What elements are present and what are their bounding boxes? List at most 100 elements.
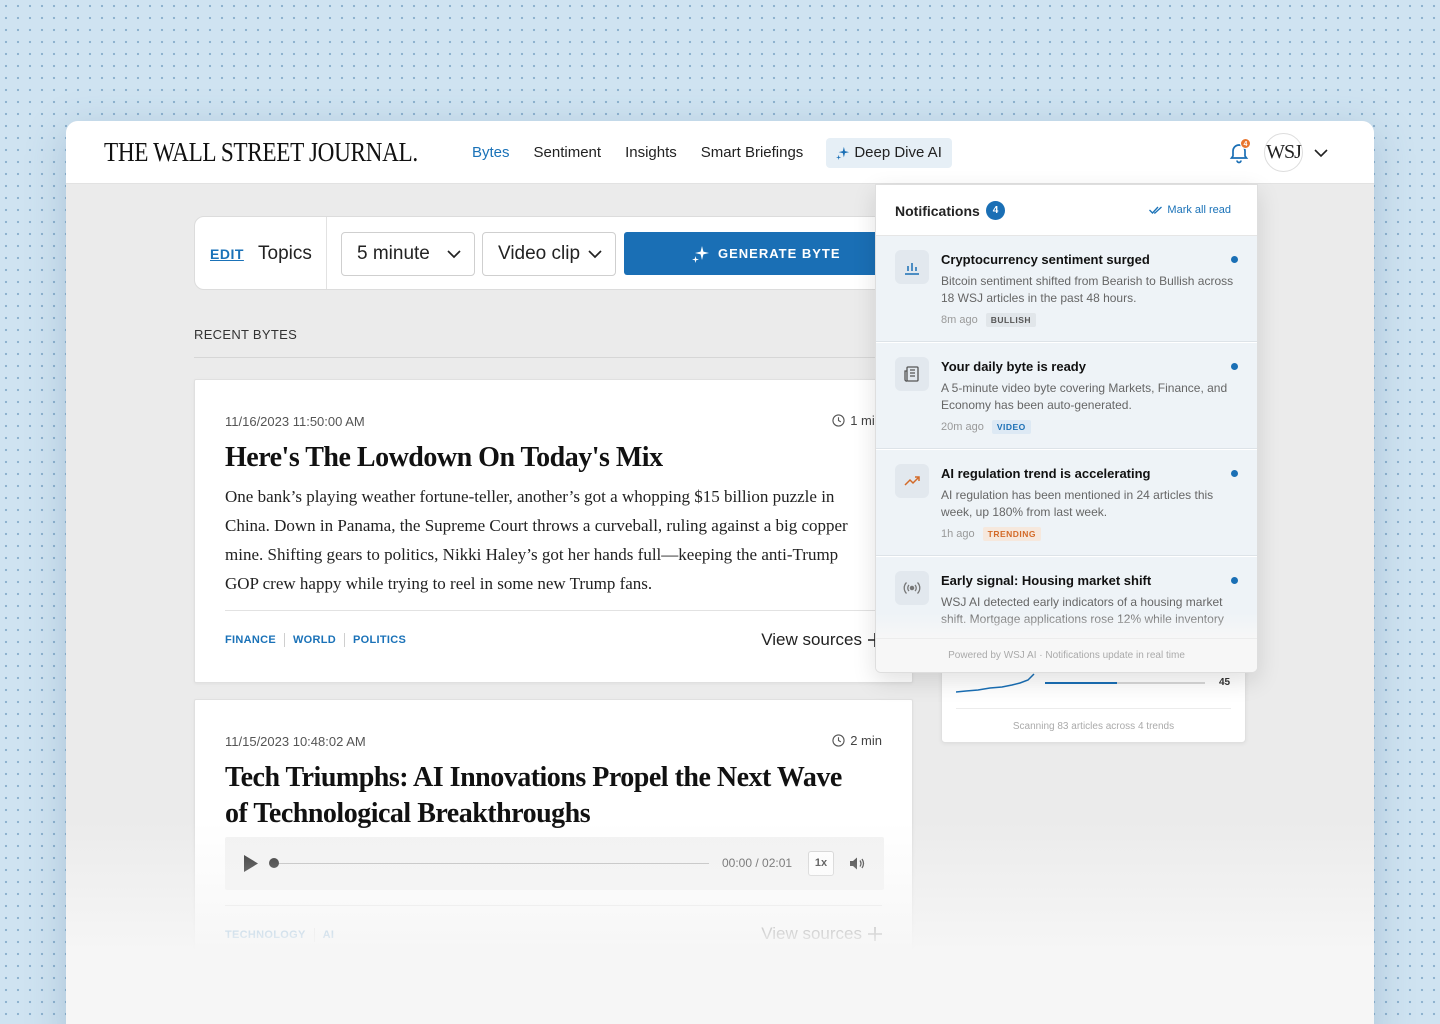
- playback-speed-button[interactable]: 1x: [808, 851, 834, 876]
- trend-divider: [956, 708, 1231, 709]
- nav-deep-dive-ai-label: Deep Dive AI: [854, 144, 942, 161]
- chevron-down-icon[interactable]: [1313, 145, 1329, 161]
- byte-tags: TECHNOLOGY AI: [225, 928, 342, 942]
- double-check-icon: [1149, 206, 1163, 214]
- notification-title: Your daily byte is ready: [941, 359, 1086, 374]
- notification-time: 8m ago: [941, 314, 978, 326]
- byte-duration-value: 2 min: [850, 733, 882, 748]
- notification-description: A 5-minute video byte covering Markets, …: [941, 381, 1228, 412]
- generate-byte-label: GENERATE BYTE: [718, 246, 841, 261]
- notifications-count-badge: 4: [986, 201, 1005, 220]
- notification-description: Bitcoin sentiment shifted from Bearish t…: [941, 274, 1234, 305]
- tag-ai[interactable]: AI: [313, 928, 343, 942]
- mark-all-read-label: Mark all read: [1167, 204, 1231, 216]
- volume-icon[interactable]: [849, 855, 866, 872]
- notification-meta: 20m ago VIDEO: [941, 420, 1031, 434]
- byte-tags: FINANCE WORLD POLITICS: [225, 633, 414, 647]
- notification-badge: 4: [1240, 138, 1251, 149]
- notification-pill: BULLISH: [985, 313, 1037, 327]
- format-select[interactable]: Video clip: [482, 232, 616, 276]
- notification-title: Early signal: Housing market shift: [941, 573, 1152, 588]
- byte-summary: One bank’s playing weather fortune-telle…: [225, 487, 848, 593]
- app-window: THE WALL STREET JOURNAL. Bytes Sentiment…: [66, 121, 1374, 1024]
- audio-time: 00:00 / 02:01: [722, 856, 793, 870]
- byte-card: [194, 993, 913, 1024]
- nav-sentiment[interactable]: Sentiment: [534, 138, 602, 168]
- bar-chart-icon: [895, 250, 929, 284]
- unread-dot: [1231, 256, 1238, 263]
- notification-item[interactable]: AI regulation trend is accelerating AI r…: [876, 450, 1257, 556]
- byte-title[interactable]: Tech Triumphs: AI Innovations Propel the…: [225, 760, 865, 832]
- nav-bytes[interactable]: Bytes: [472, 138, 510, 168]
- nav-insights[interactable]: Insights: [625, 138, 677, 168]
- topics-label: Topics: [258, 243, 312, 264]
- notifications-list: Cryptocurrency sentiment surged Bitcoin …: [876, 236, 1257, 639]
- newspaper-icon: [895, 357, 929, 391]
- notification-meta: 8m ago BULLISH: [941, 313, 1037, 327]
- controls-divider: [326, 217, 327, 289]
- notification-description: AI regulation has been mentioned in 24 a…: [941, 488, 1214, 519]
- sparkle-icon: [692, 245, 709, 263]
- trend-progress-fill: [1045, 682, 1117, 684]
- notification-item[interactable]: Cryptocurrency sentiment surged Bitcoin …: [876, 236, 1257, 342]
- byte-card: 11/15/2023 10:48:02 AM 2 min Tech Triump…: [194, 699, 913, 977]
- avatar[interactable]: WSJ: [1264, 133, 1303, 172]
- edit-topics-link[interactable]: EDIT: [210, 246, 244, 262]
- notification-pill: VIDEO: [991, 420, 1031, 434]
- scrubber-handle[interactable]: [269, 858, 279, 868]
- byte-duration: 2 min: [832, 733, 882, 748]
- duration-select[interactable]: 5 minute: [341, 232, 475, 276]
- wsj-logo[interactable]: THE WALL STREET JOURNAL.: [104, 137, 418, 168]
- trend-progress-bar: [1045, 682, 1205, 684]
- duration-select-value: 5 minute: [357, 243, 430, 264]
- view-sources-button[interactable]: View sources: [761, 924, 882, 944]
- trend-up-icon: [895, 464, 929, 498]
- byte-title[interactable]: Here's The Lowdown On Today's Mix: [225, 440, 663, 476]
- tag-finance[interactable]: FINANCE: [225, 633, 284, 647]
- mark-all-read-button[interactable]: Mark all read: [1149, 204, 1231, 216]
- trend-footer: Scanning 83 articles across 4 trends: [1012, 721, 1175, 732]
- top-navigation-bar: THE WALL STREET JOURNAL. Bytes Sentiment…: [66, 121, 1374, 184]
- unread-dot: [1231, 470, 1238, 477]
- notifications-header: Notifications 4 Mark all read: [876, 185, 1257, 236]
- chevron-down-icon: [447, 250, 461, 259]
- recent-bytes-heading: RECENT BYTES: [194, 327, 298, 342]
- chevron-down-icon: [588, 250, 602, 259]
- view-sources-button[interactable]: View sources: [761, 630, 882, 650]
- byte-date: 11/16/2023 11:50:00 AM: [225, 414, 365, 429]
- notification-title: Cryptocurrency sentiment surged: [941, 252, 1150, 267]
- plus-icon: [868, 927, 882, 941]
- unread-dot: [1231, 363, 1238, 370]
- card-divider: [225, 610, 882, 611]
- unread-dot: [1231, 577, 1238, 584]
- section-divider: [194, 357, 914, 358]
- byte-date: 11/15/2023 10:48:02 AM: [225, 734, 366, 749]
- format-select-value: Video clip: [498, 243, 581, 264]
- nav-smart-briefings[interactable]: Smart Briefings: [701, 138, 804, 168]
- notification-pill: TRENDING: [982, 527, 1042, 541]
- sparkle-icon: [836, 146, 850, 160]
- notification-title: AI regulation trend is accelerating: [941, 466, 1151, 481]
- list-fade: [876, 613, 1257, 639]
- audio-player: 00:00 / 02:01 1x: [225, 837, 884, 890]
- play-icon[interactable]: [243, 855, 259, 872]
- card-divider: [225, 905, 882, 906]
- notification-time: 1h ago: [941, 528, 975, 540]
- byte-controls: EDIT Topics 5 minute Video clip GENERATE…: [194, 216, 924, 290]
- audio-scrubber[interactable]: [273, 863, 709, 864]
- nav-deep-dive-ai[interactable]: Deep Dive AI: [826, 138, 952, 168]
- tag-politics[interactable]: POLITICS: [344, 633, 414, 647]
- notifications-title: Notifications: [895, 203, 980, 219]
- tag-technology[interactable]: TECHNOLOGY: [225, 928, 314, 942]
- notification-meta: 1h ago TRENDING: [941, 527, 1042, 541]
- clock-icon: [832, 734, 845, 747]
- view-sources-label: View sources: [761, 630, 862, 649]
- broadcast-icon: [895, 571, 929, 605]
- notification-time: 20m ago: [941, 421, 984, 433]
- tag-world[interactable]: WORLD: [284, 633, 344, 647]
- byte-card: 11/16/2023 11:50:00 AM 1 min Here's The …: [194, 379, 913, 683]
- trend-value: 45: [1219, 677, 1231, 688]
- notification-item[interactable]: Your daily byte is ready A 5-minute vide…: [876, 343, 1257, 449]
- view-sources-label: View sources: [761, 924, 862, 943]
- notifications-footer: Powered by WSJ AI · Notifications update…: [876, 638, 1257, 672]
